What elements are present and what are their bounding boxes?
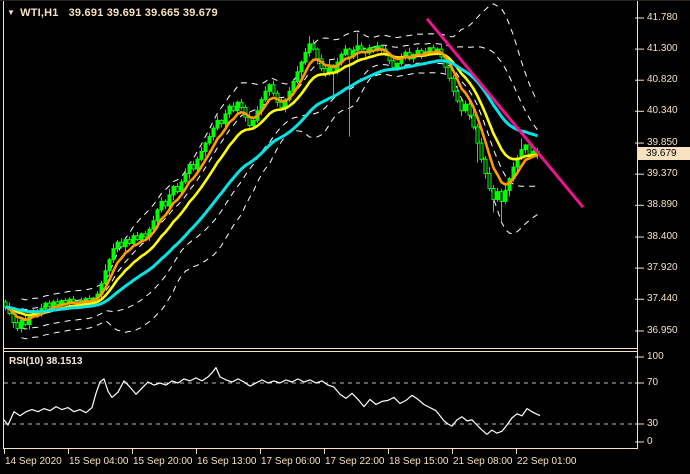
rsi-pane-area[interactable] [4,353,637,448]
chart-window: 41.78041.30040.82040.34039.85039.37038.8… [0,0,690,474]
price-scale[interactable] [638,1,690,449]
main-chart-area[interactable] [4,1,637,348]
time-scale[interactable] [0,449,690,474]
